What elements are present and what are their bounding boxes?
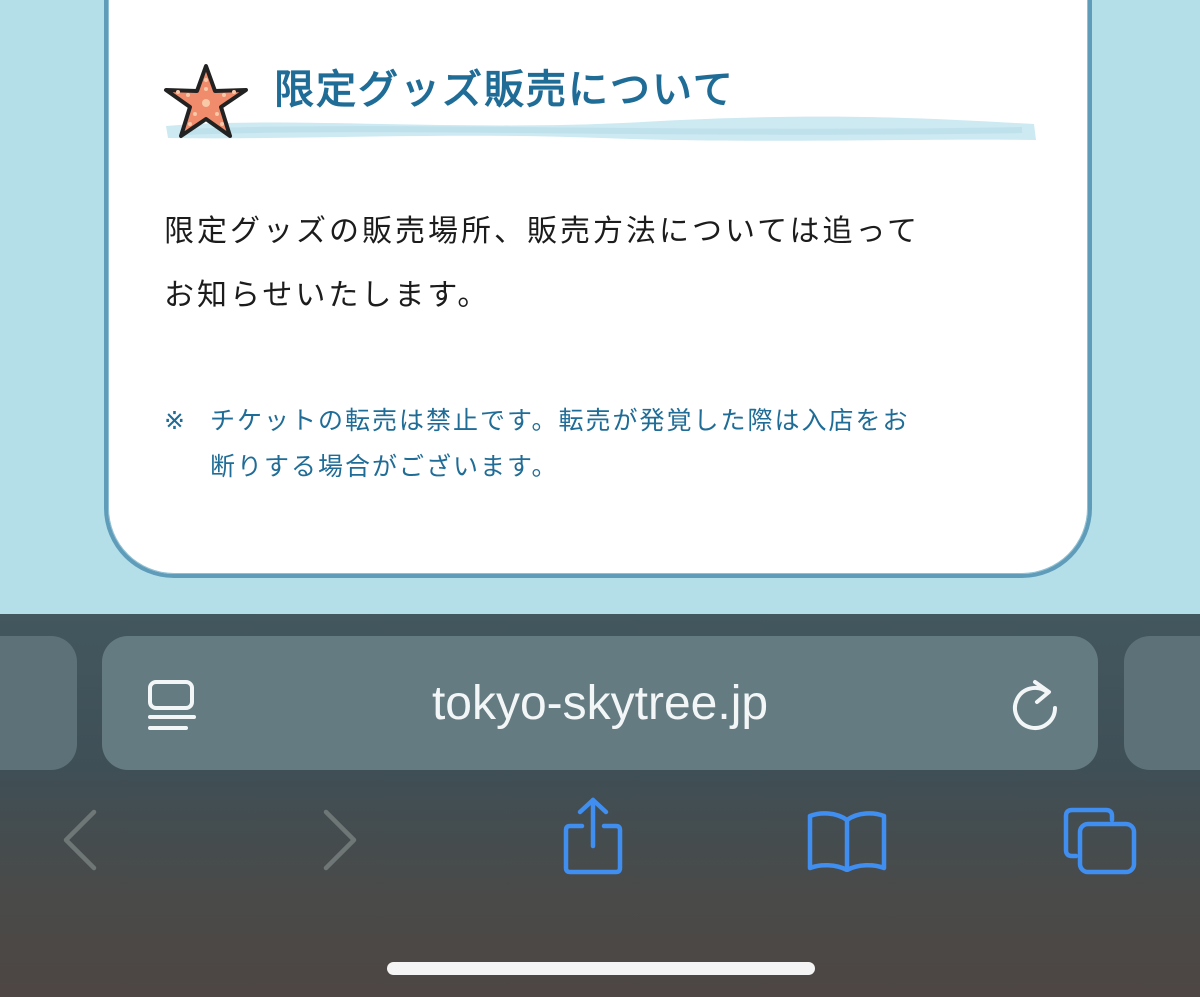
web-page-content: 限定グッズ販売について 限定グッズの販売場所、販売方法については追って お知らせ…: [0, 0, 1200, 614]
section-header: 限定グッズ販売について: [162, 58, 1042, 148]
body-line: 限定グッズの販売場所、販売方法については追って: [164, 214, 920, 249]
previous-tab-preview[interactable]: [0, 636, 77, 770]
back-icon[interactable]: [58, 808, 102, 872]
notice-line: 断りする場合がございます。: [210, 452, 559, 481]
reload-icon[interactable]: [1007, 678, 1063, 734]
notice-mark: ※: [164, 406, 187, 435]
starfish-icon: [164, 64, 248, 138]
body-line: お知らせいたします。: [164, 278, 491, 313]
resale-notice: ※ チケットの転売は禁止です。転売が発覚した際は入店をお 断りする場合がございま…: [164, 398, 1054, 490]
section-title: 限定グッズ販売について: [274, 67, 735, 113]
notice-line: チケットの転売は禁止です。転売が発覚した際は入店をお: [210, 406, 910, 435]
bookmarks-icon[interactable]: [806, 808, 888, 872]
home-indicator[interactable]: [387, 962, 815, 975]
url-text[interactable]: tokyo-skytree.jp: [102, 676, 1098, 732]
next-tab-preview[interactable]: [1124, 636, 1200, 770]
tabs-icon[interactable]: [1062, 806, 1138, 876]
address-bar[interactable]: tokyo-skytree.jp: [102, 636, 1098, 770]
share-icon[interactable]: [560, 796, 626, 876]
title-highlight-stroke: [166, 116, 1036, 141]
section-body: 限定グッズの販売場所、販売方法については追って お知らせいたします。: [164, 200, 1044, 328]
forward-icon[interactable]: [318, 808, 362, 872]
